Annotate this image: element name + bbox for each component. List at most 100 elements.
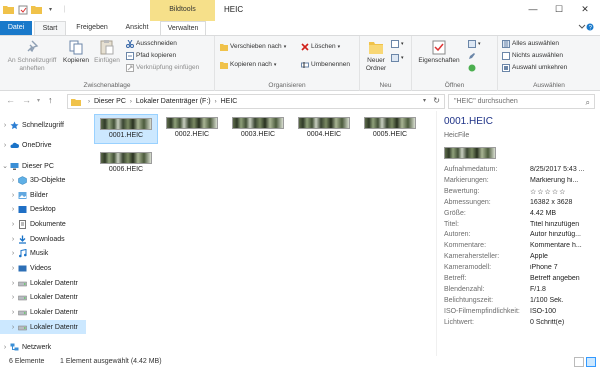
recent-locations-icon[interactable]: ▾: [37, 97, 40, 104]
breadcrumb-item[interactable]: Lokaler Datenträger (F:): [136, 98, 211, 105]
chevron-right-icon[interactable]: ›: [0, 344, 10, 351]
back-arrow-icon[interactable]: ←: [6, 95, 15, 105]
sidebar-item[interactable]: › Downloads: [0, 232, 86, 246]
address-bar[interactable]: › Dieser PC › Lokaler Datenträger (F:) ›…: [67, 94, 445, 109]
sidebar-item[interactable]: › OneDrive: [0, 138, 86, 152]
easy-access-button[interactable]: ▾: [391, 53, 404, 63]
tab-freigeben[interactable]: Freigeben: [72, 21, 112, 35]
property-value[interactable]: Betreff angeben: [530, 275, 600, 282]
cut-button[interactable]: Ausschneiden: [126, 39, 177, 49]
rename-button[interactable]: Umbenennen: [301, 60, 350, 70]
chevron-right-icon[interactable]: ›: [0, 122, 10, 129]
file-item[interactable]: 0003.HEIC: [226, 114, 290, 144]
select-none-label: Nichts auswählen: [512, 52, 563, 59]
sidebar-item[interactable]: › Musik: [0, 246, 86, 260]
chevron-right-icon[interactable]: ›: [8, 177, 18, 184]
property-value[interactable]: Apple: [530, 253, 600, 260]
sidebar-item[interactable]: › Lokaler Datentr: [0, 305, 86, 319]
sidebar-item[interactable]: › Netzwerk: [0, 340, 86, 354]
property-value[interactable]: iPhone 7: [530, 264, 600, 271]
properties-button[interactable]: Eigenschaften: [415, 39, 463, 65]
property-value[interactable]: Autor hinzufüg...: [530, 231, 600, 238]
property-value[interactable]: 8/25/2017 5:43 ...: [530, 166, 600, 173]
maximize-button[interactable]: ☐: [546, 0, 572, 19]
minimize-button[interactable]: —: [520, 0, 546, 19]
chevron-right-icon[interactable]: ›: [8, 236, 18, 243]
open-button[interactable]: ▾: [468, 39, 481, 49]
chevron-down-icon[interactable]: ▾: [45, 4, 56, 15]
chevron-right-icon[interactable]: ›: [0, 142, 10, 149]
select-none-button[interactable]: Nichts auswählen: [502, 51, 563, 61]
property-value[interactable]: 1/100 Sek.: [530, 297, 600, 304]
chevron-right-icon[interactable]: ›: [8, 192, 18, 199]
new-folder-button[interactable]: Neuer Ordner: [363, 39, 389, 73]
property-value[interactable]: ISO-100: [530, 308, 600, 315]
tab-datei[interactable]: Datei: [0, 21, 32, 35]
paste-button[interactable]: Einfügen: [92, 39, 122, 65]
rating-stars[interactable]: ☆☆☆☆☆: [530, 188, 600, 196]
property-key: Kameramodell:: [444, 264, 492, 272]
sidebar-item[interactable]: › Bilder: [0, 188, 86, 202]
property-value[interactable]: 0 Schritt(e): [530, 319, 600, 326]
invert-selection-button[interactable]: Auswahl umkehren: [502, 63, 567, 73]
paste-shortcut-button[interactable]: Verknüpfung einfügen: [126, 63, 199, 73]
breadcrumb-item[interactable]: HEIC: [221, 98, 238, 105]
property-value[interactable]: Titel hinzufügen: [530, 221, 600, 228]
new-item-button[interactable]: ▾: [391, 39, 404, 49]
chevron-right-icon[interactable]: ›: [8, 309, 18, 316]
file-item[interactable]: 0002.HEIC: [160, 114, 224, 144]
property-value[interactable]: 4.42 MB: [530, 210, 600, 217]
help-icon[interactable]: ?: [578, 22, 594, 34]
sidebar-item[interactable]: › Videos: [0, 261, 86, 275]
sidebar-item[interactable]: › Desktop: [0, 202, 86, 216]
sidebar-item[interactable]: › Schnellzugriff: [0, 118, 86, 132]
forward-arrow-icon[interactable]: →: [22, 95, 31, 105]
copy-path-button[interactable]: Pfad kopieren: [126, 51, 176, 61]
new-folder-icon[interactable]: [31, 4, 42, 15]
pin-quick-access-button[interactable]: An Schnellzugriff anheften: [4, 39, 60, 73]
search-input[interactable]: "HEIC" durchsuchen ⌕: [448, 94, 595, 109]
property-value[interactable]: Markierung hi...: [530, 177, 600, 184]
sidebar-item[interactable]: › 3D-Objekte: [0, 173, 86, 187]
refresh-icon[interactable]: ↻: [433, 96, 440, 105]
file-item[interactable]: 0005.HEIC: [358, 114, 422, 144]
chevron-right-icon[interactable]: ›: [8, 294, 18, 301]
property-value[interactable]: F/1.8: [530, 286, 600, 293]
sidebar-item[interactable]: › Lokaler Datentr: [0, 290, 86, 304]
file-item[interactable]: 0004.HEIC: [292, 114, 356, 144]
chevron-down-icon[interactable]: ▾: [423, 97, 426, 104]
chevron-right-icon[interactable]: ›: [8, 280, 18, 287]
large-icons-view-button[interactable]: [586, 357, 596, 367]
details-view-button[interactable]: [574, 357, 584, 367]
sidebar-item[interactable]: › Lokaler Datentr: [0, 320, 86, 334]
tab-start[interactable]: Start: [34, 21, 66, 36]
close-button[interactable]: ✕: [572, 0, 598, 19]
chevron-right-icon[interactable]: ›: [8, 250, 18, 257]
sidebar-item[interactable]: › Dokumente: [0, 217, 86, 231]
chevron-right-icon[interactable]: ›: [8, 206, 18, 213]
edit-icon: [468, 52, 476, 60]
chevron-right-icon[interactable]: ›: [8, 221, 18, 228]
property-value[interactable]: Kommentare h...: [530, 242, 600, 249]
file-item[interactable]: 0006.HEIC: [94, 149, 158, 179]
move-to-button[interactable]: Verschieben nach ▾: [220, 42, 286, 52]
sidebar-item[interactable]: › Lokaler Datentr: [0, 276, 86, 290]
chevron-right-icon[interactable]: ›: [8, 324, 18, 331]
properties-icon[interactable]: [17, 4, 28, 15]
tab-verwalten[interactable]: Verwalten: [160, 21, 206, 35]
copy-to-button[interactable]: Kopieren nach ▾: [220, 60, 276, 70]
history-button[interactable]: [468, 63, 476, 73]
file-item[interactable]: 0001.HEIC: [94, 114, 158, 144]
sidebar-item[interactable]: ⌄ Dieser PC: [0, 159, 86, 173]
tab-ansicht[interactable]: Ansicht: [118, 21, 156, 35]
chevron-down-icon[interactable]: ⌄: [0, 162, 10, 170]
property-value[interactable]: 16382 x 3628: [530, 199, 600, 206]
edit-button[interactable]: [468, 51, 476, 61]
separator: |: [63, 6, 66, 13]
delete-button[interactable]: Löschen ▾: [301, 42, 340, 52]
copy-button[interactable]: Kopieren: [62, 39, 90, 65]
breadcrumb-item[interactable]: Dieser PC: [94, 98, 126, 105]
chevron-right-icon[interactable]: ›: [8, 265, 18, 272]
up-arrow-icon[interactable]: ↑: [48, 95, 53, 105]
select-all-button[interactable]: Alles auswählen: [502, 39, 559, 49]
